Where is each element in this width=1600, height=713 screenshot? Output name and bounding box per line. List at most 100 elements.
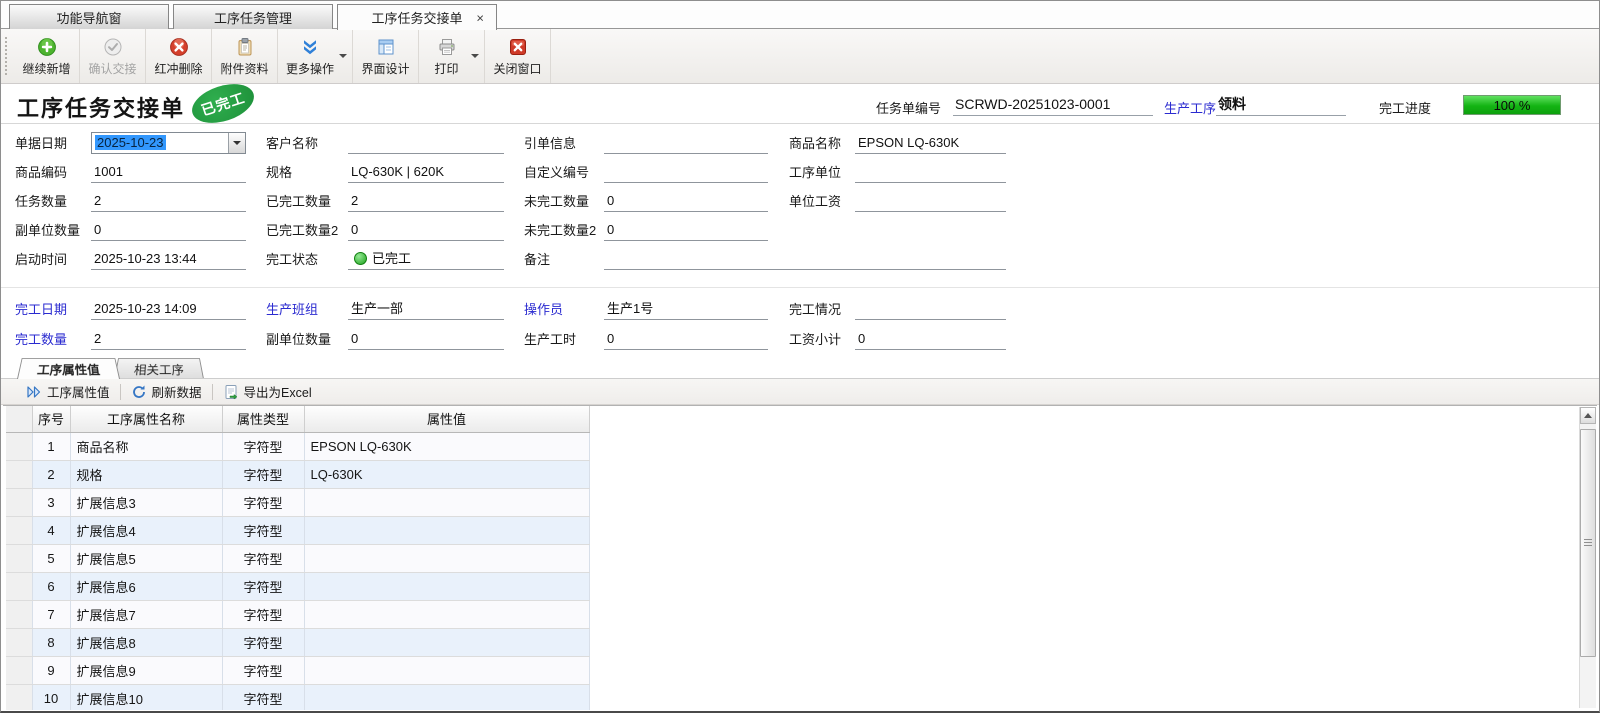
row-selector[interactable] [6,516,32,544]
scrollbar-up-button[interactable] [1580,407,1596,424]
more-actions-dropdown-arrow[interactable] [339,54,347,58]
cell-attribute-name: 扩展信息5 [70,544,222,572]
col-header-value[interactable]: 属性值 [304,406,589,432]
more-actions-button[interactable]: 更多操作 [278,29,353,83]
col-header-no[interactable]: 序号 [32,406,70,432]
undone-qty2-value[interactable]: 0 [604,219,768,241]
row-selector[interactable] [6,656,32,684]
confirm-check-icon [103,37,123,57]
tab-related-processes[interactable]: 相关工序 [114,358,204,379]
customer-value[interactable] [348,132,504,154]
row-selector[interactable] [6,488,32,516]
process-attributes-button[interactable]: 工序属性值 [16,379,120,404]
aux-qty-label: 副单位数量 [15,220,91,239]
undone-qty-value[interactable]: 0 [604,190,768,212]
scrollbar-thumb[interactable] [1580,429,1596,657]
finish-status-value[interactable]: 已完工 [348,248,504,270]
row-selector[interactable] [6,684,32,710]
tab-nav-window[interactable]: 功能导航窗 [9,4,169,29]
field-doc-date: 单据日期 2025-10-23 [15,131,246,154]
row-selector[interactable] [6,432,32,460]
attributes-grid-area: 序号 工序属性名称 属性类型 属性值 1 商品名称 字符型 EPSON LQ-6… [3,405,1597,710]
process-unit-value[interactable] [855,161,1006,183]
tab-task-management[interactable]: 工序任务管理 [173,4,333,29]
ui-design-button[interactable]: 界面设计 [353,29,419,83]
done-qty2-value[interactable]: 0 [348,219,504,241]
table-row[interactable]: 6 扩展信息6 字符型 [6,572,589,600]
ref-info-value[interactable] [604,132,768,154]
operator-value[interactable]: 生产1号 [604,298,768,320]
attributes-table: 序号 工序属性名称 属性类型 属性值 1 商品名称 字符型 EPSON LQ-6… [6,406,590,710]
cell-no: 10 [32,684,70,710]
product-code-value[interactable]: 1001 [91,161,246,183]
spec-value[interactable]: LQ-630K | 620K [348,161,504,183]
finish-date-link-label[interactable]: 完工日期 [15,299,91,318]
remark-value[interactable] [604,248,1006,270]
aux-qty2-value[interactable]: 0 [348,328,504,350]
product-name-value[interactable]: EPSON LQ-630K [855,132,1006,154]
custom-no-value[interactable] [604,161,768,183]
table-row[interactable]: 2 规格 字符型 LQ-630K [6,460,589,488]
table-row[interactable]: 7 扩展信息7 字符型 [6,600,589,628]
cell-attribute-type: 字符型 [222,488,304,516]
close-window-button[interactable]: 关闭窗口 [485,29,551,83]
team-value[interactable]: 生产一部 [348,298,504,320]
attachment-button[interactable]: 附件资料 [212,29,278,83]
table-row[interactable]: 8 扩展信息8 字符型 [6,628,589,656]
work-hours-value[interactable]: 0 [604,328,768,350]
wage-subtotal-value[interactable]: 0 [855,328,1006,350]
add-circle-icon [37,37,57,57]
finish-info-value[interactable] [855,298,1006,320]
tab-process-attributes[interactable]: 工序属性值 [17,358,120,379]
table-row[interactable]: 5 扩展信息5 字符型 [6,544,589,572]
finish-qty-link-label[interactable]: 完工数量 [15,329,91,348]
cell-attribute-value [304,628,589,656]
process-task-handover-window: 功能导航窗 工序任务管理 工序任务交接单 × 继续新增 确认交接 [0,0,1600,713]
table-row[interactable]: 10 扩展信息10 字符型 [6,684,589,710]
doc-date-combo[interactable]: 2025-10-23 [91,132,246,154]
unit-wage-value[interactable] [855,190,1006,212]
aux-qty-value[interactable]: 0 [91,219,246,241]
table-row[interactable]: 1 商品名称 字符型 EPSON LQ-630K [6,432,589,460]
process-link-label[interactable]: 生产工序 [1164,98,1216,117]
row-selector[interactable] [6,544,32,572]
task-qty-value[interactable]: 2 [91,190,246,212]
field-work-hours: 生产工时 0 [524,327,768,350]
print-dropdown-arrow[interactable] [471,54,479,58]
cell-attribute-type: 字符型 [222,432,304,460]
table-row[interactable]: 4 扩展信息4 字符型 [6,516,589,544]
tab-close-icon[interactable]: × [476,10,484,25]
table-row[interactable]: 9 扩展信息9 字符型 [6,656,589,684]
process-value[interactable]: 领料 [1216,94,1346,116]
task-no-value[interactable]: SCRWD-20251023-0001 [953,94,1153,116]
col-header-name[interactable]: 工序属性名称 [70,406,222,432]
table-row[interactable]: 3 扩展信息3 字符型 [6,488,589,516]
team-link-label[interactable]: 生产班组 [266,299,348,318]
continue-add-button[interactable]: 继续新增 [14,29,80,83]
continue-add-label: 继续新增 [22,60,70,77]
close-window-label: 关闭窗口 [494,60,542,77]
custom-no-label: 自定义编号 [524,162,604,181]
export-excel-button[interactable]: 导出为Excel [213,379,322,404]
finish-qty-value[interactable]: 2 [91,328,246,350]
row-selector[interactable] [6,628,32,656]
row-selector[interactable] [6,460,32,488]
finish-date-value[interactable]: 2025-10-23 14:09 [91,298,246,320]
row-selector[interactable] [6,572,32,600]
red-delete-button[interactable]: 红冲删除 [146,29,212,83]
tab-task-handover[interactable]: 工序任务交接单 × [337,4,497,30]
field-team: 生产班组 生产一部 [266,297,504,320]
confirm-handover-button[interactable]: 确认交接 [80,29,146,83]
start-time-value[interactable]: 2025-10-23 13:44 [91,248,246,270]
field-undone-qty2: 未完工数量2 0 [524,218,768,241]
done-qty-value[interactable]: 2 [348,190,504,212]
doc-date-dropdown-button[interactable] [228,133,245,153]
vertical-scrollbar[interactable] [1579,407,1596,708]
print-button[interactable]: 打印 [419,29,485,83]
operator-link-label[interactable]: 操作员 [524,299,604,318]
refresh-data-button[interactable]: 刷新数据 [121,379,212,404]
col-header-type[interactable]: 属性类型 [222,406,304,432]
doc-date-value[interactable]: 2025-10-23 [92,133,228,153]
row-selector[interactable] [6,600,32,628]
confirm-handover-label: 确认交接 [88,60,136,77]
